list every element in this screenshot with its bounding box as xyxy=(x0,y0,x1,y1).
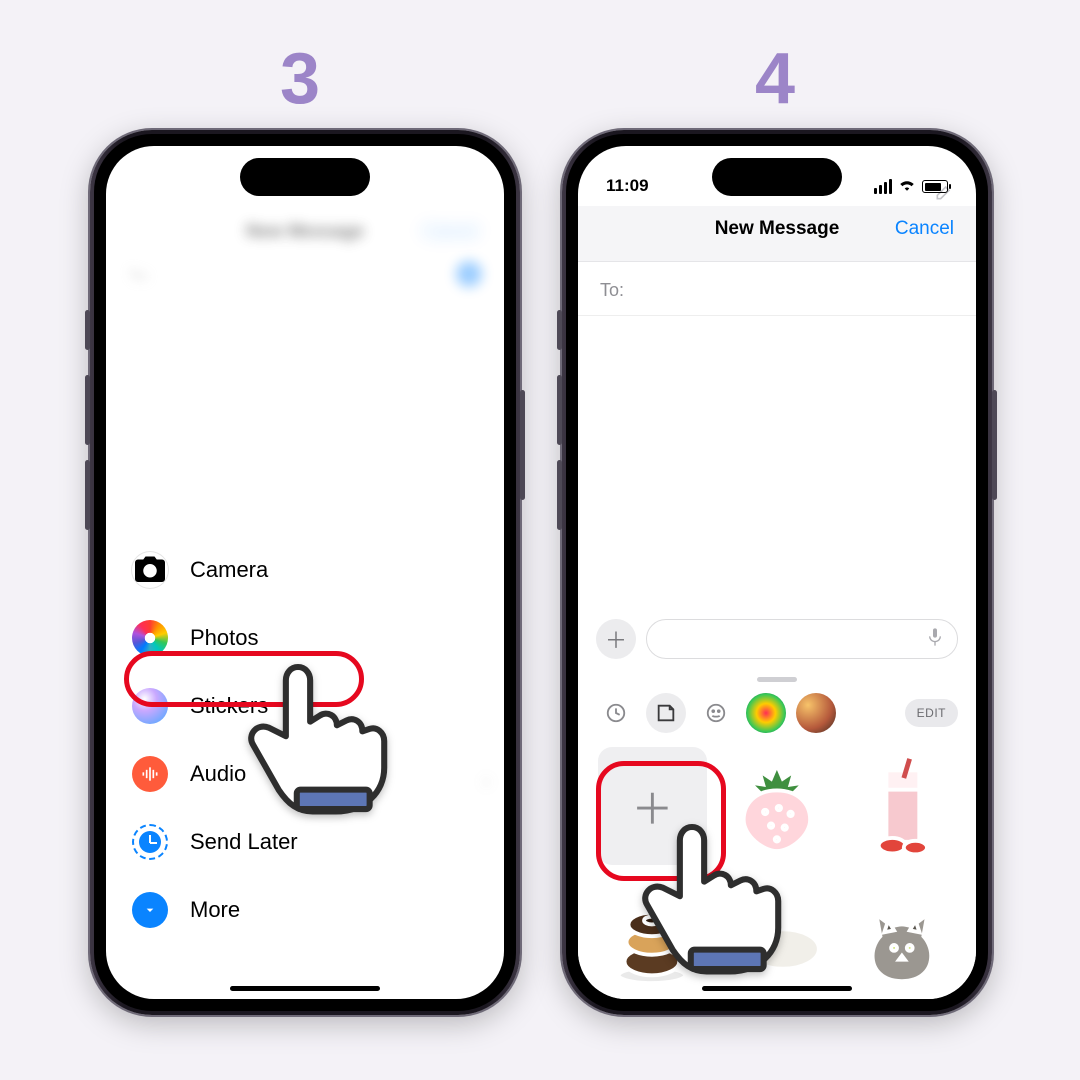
menu-item-send-later[interactable]: Send Later xyxy=(106,808,504,876)
add-recipient-blurred xyxy=(456,261,482,287)
sticker-tab-pack-1[interactable] xyxy=(746,693,786,733)
step-label-4: 4 xyxy=(755,38,795,120)
attachment-action-menu: Camera Photos › Stickers xyxy=(106,536,504,999)
camera-icon xyxy=(132,552,168,588)
highlight-stickers-option xyxy=(124,651,364,707)
sticker-white-cat[interactable] xyxy=(723,881,832,999)
menu-label: Camera xyxy=(190,557,268,583)
phone-step-4: 11:09 New Message Cancel To: ＋ xyxy=(562,130,992,1015)
message-input[interactable] xyxy=(646,619,958,659)
sticker-donuts[interactable] xyxy=(598,881,707,999)
drawer-grabber[interactable] xyxy=(757,677,797,682)
cancel-button-blurred: Cancel xyxy=(422,221,478,242)
dynamic-island xyxy=(712,158,842,196)
menu-label: Photos xyxy=(190,625,259,651)
cancel-button[interactable]: Cancel xyxy=(895,218,954,240)
highlight-new-sticker-button xyxy=(596,761,726,881)
sticker-tab-recent[interactable] xyxy=(596,693,636,733)
to-label: To: xyxy=(600,280,624,300)
dynamic-island xyxy=(240,158,370,196)
sticker-edit-button[interactable]: EDIT xyxy=(905,699,958,727)
status-time: 11:09 xyxy=(606,176,649,196)
menu-label: Send Later xyxy=(190,829,298,855)
to-field[interactable]: To: xyxy=(578,266,976,316)
audio-icon xyxy=(132,756,168,792)
cellular-signal-icon xyxy=(874,179,892,194)
to-label-blurred: To: xyxy=(128,266,151,286)
step-label-3: 3 xyxy=(280,38,320,120)
home-indicator xyxy=(230,986,380,991)
menu-label: More xyxy=(190,897,240,923)
wifi-icon xyxy=(898,177,916,196)
menu-item-camera[interactable]: Camera xyxy=(106,536,504,604)
menu-item-audio[interactable]: Audio xyxy=(106,740,504,808)
sticker-tab-emoji[interactable] xyxy=(696,693,736,733)
dictation-icon[interactable] xyxy=(927,627,943,652)
battery-icon xyxy=(922,180,948,193)
sticker-gray-cat[interactable] xyxy=(847,881,956,999)
sticker-tab-mystickers[interactable] xyxy=(646,693,686,733)
sticker-smoothie[interactable] xyxy=(847,747,956,865)
sticker-strawberry[interactable] xyxy=(723,747,832,865)
phone-step-3: New Message Cancel To: Camera xyxy=(90,130,520,1015)
menu-item-more[interactable]: More xyxy=(106,876,504,944)
menu-label: Audio xyxy=(190,761,246,787)
sticker-tab-pack-2[interactable] xyxy=(796,693,836,733)
attachments-plus-button[interactable]: ＋ xyxy=(596,619,636,659)
chevron-down-icon xyxy=(132,892,168,928)
compose-title-blurred: New Message xyxy=(246,221,364,242)
home-indicator xyxy=(702,986,852,991)
send-later-icon xyxy=(132,824,168,860)
